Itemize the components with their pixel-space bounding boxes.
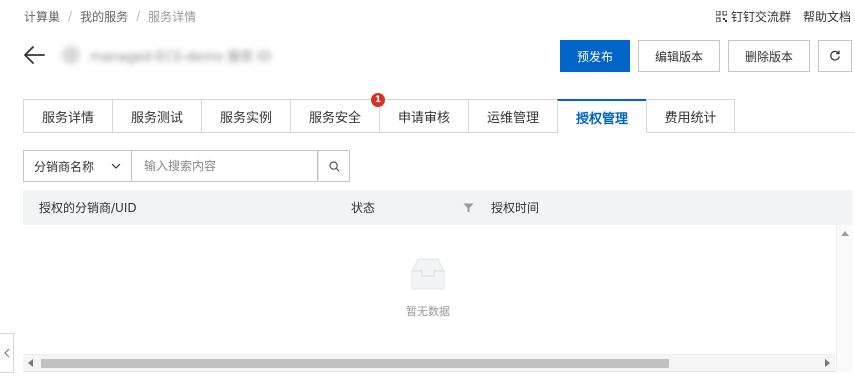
scrollbar-thumb[interactable] (41, 359, 669, 368)
table-body: 暂无数据 (23, 225, 852, 355)
chevron-left-icon (3, 348, 9, 358)
tab-label: 服务安全 (308, 110, 361, 126)
tab-service-test[interactable]: 服务测试 (112, 99, 201, 133)
search-bar: 分销商名称 (23, 150, 350, 182)
top-links: 钉钉交流群 帮助文档 (715, 7, 851, 25)
column-header-authorized-time: 授权时间 (491, 201, 540, 215)
tab-bar: 服务详情 服务测试 服务实例 服务安全 1 申请审核 运维管理 授权管理 费用统… (23, 93, 855, 134)
filter-field-select[interactable]: 分销商名称 (23, 150, 132, 182)
status-filter-button[interactable] (463, 190, 474, 225)
service-title-text: managed-ECS-demo 服务 ID (90, 49, 272, 65)
vertical-scrollbar[interactable] (836, 225, 852, 372)
breadcrumb-item-my-services[interactable]: 我的服务 (80, 8, 128, 25)
refresh-icon (830, 50, 840, 61)
edit-version-button[interactable]: 编辑版本 (638, 40, 720, 72)
horizontal-scrollbar[interactable] (23, 354, 835, 371)
service-avatar (62, 46, 80, 64)
breadcrumb-separator: / (136, 9, 141, 23)
filter-icon (463, 203, 474, 212)
table-header: 授权的分销商/UID 状态 授权时间 (23, 190, 852, 225)
prerelease-button[interactable]: 预发布 (560, 40, 630, 72)
qrcode-icon (715, 10, 727, 22)
delete-version-button[interactable]: 删除版本 (728, 40, 810, 72)
chevron-down-icon (111, 163, 121, 169)
sidebar-expand-handle[interactable] (0, 333, 14, 373)
back-arrow-icon[interactable] (22, 43, 48, 67)
tab-label: 服务测试 (130, 110, 183, 126)
scroll-right-arrow-icon[interactable] (825, 359, 830, 367)
filter-field-value: 分销商名称 (34, 159, 95, 174)
notification-badge: 1 (371, 93, 385, 107)
tab-application-review[interactable]: 申请审核 (379, 99, 468, 133)
tab-label: 运维管理 (486, 110, 539, 126)
page: 计算巢 / 我的服务 / 服务详情 钉钉交流群 帮助文档 managed-ECS… (0, 0, 855, 392)
scroll-left-arrow-icon[interactable] (28, 359, 33, 367)
tab-cost-statistics[interactable]: 费用统计 (646, 99, 735, 133)
column-header-status: 状态 (351, 201, 376, 215)
breadcrumb-item-compute-nest[interactable]: 计算巢 (24, 8, 60, 25)
breadcrumb-item-current: 服务详情 (148, 9, 197, 24)
empty-state-text: 暂无数据 (406, 305, 450, 318)
empty-box-icon (411, 258, 445, 290)
tab-label: 授权管理 (575, 111, 628, 127)
tab-label: 服务详情 (41, 110, 94, 126)
tab-label: 申请审核 (397, 110, 450, 126)
empty-state: 暂无数据 (23, 255, 833, 319)
breadcrumb: 计算巢 / 我的服务 / 服务详情 (24, 7, 196, 25)
tab-ops-management[interactable]: 运维管理 (468, 99, 557, 133)
authorization-table: 授权的分销商/UID 状态 授权时间 暂无数据 (23, 190, 852, 372)
breadcrumb-separator: / (68, 9, 73, 23)
tab-authorization-management[interactable]: 授权管理 (557, 99, 646, 134)
tab-service-security[interactable]: 服务安全 1 (290, 93, 385, 133)
tab-service-details[interactable]: 服务详情 (23, 99, 112, 133)
tab-label: 费用统计 (664, 110, 717, 126)
tab-service-instances[interactable]: 服务实例 (201, 99, 290, 133)
service-title: managed-ECS-demo 服务 ID (62, 44, 271, 66)
tab-label: 服务实例 (219, 110, 272, 126)
dingtalk-group-label: 钉钉交流群 (730, 9, 791, 24)
scroll-up-arrow-icon[interactable] (841, 231, 849, 236)
help-docs-link[interactable]: 帮助文档 (803, 8, 851, 25)
refresh-button[interactable] (818, 40, 852, 72)
search-button[interactable] (318, 150, 350, 182)
column-header-distributor-uid: 授权的分销商/UID (39, 201, 137, 215)
search-icon (328, 160, 339, 171)
search-input[interactable] (132, 150, 318, 182)
dingtalk-group-link[interactable]: 钉钉交流群 (715, 8, 791, 25)
